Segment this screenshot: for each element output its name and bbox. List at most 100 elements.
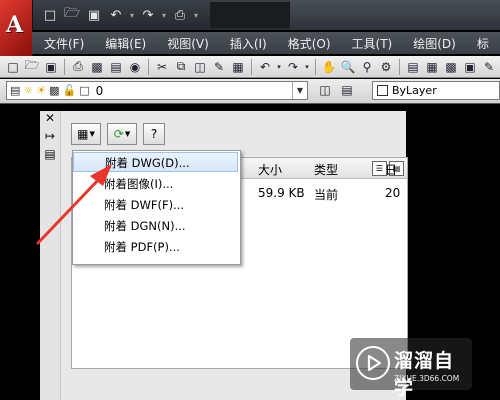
design-center-icon[interactable]: ▦ xyxy=(423,58,441,76)
chevron-down-icon: ▼ xyxy=(89,130,95,138)
refresh-icon: ⟳ xyxy=(113,127,124,141)
layer-previous-icon[interactable]: ▤ xyxy=(338,81,356,99)
row-date-cell[interactable]: 20 xyxy=(385,186,400,200)
match-properties-icon[interactable]: ✎ xyxy=(210,58,228,76)
zoom-window-icon[interactable]: ⚲ xyxy=(358,58,376,76)
watermark-url: ZIXUE.3D66.COM xyxy=(394,374,460,383)
toolbar-divider xyxy=(251,58,252,75)
layer-dropdown[interactable]: ▤ ☼ ☀ ▩ 🔓 □ 0 ▼ xyxy=(6,81,308,100)
palette-title-strip: ✕ ↦ ▤ xyxy=(40,111,61,400)
open-icon[interactable]: 🗁 xyxy=(23,58,41,76)
layer-on-lightbulb-icon[interactable]: ☼ xyxy=(23,84,33,97)
layer-color-swatch-icon[interactable]: □ xyxy=(79,84,89,97)
menu-item-attach-dwg[interactable]: 附着 DWG(D)... xyxy=(73,152,238,172)
application-menu-button[interactable]: A xyxy=(0,0,33,56)
pan-icon[interactable]: ✋ xyxy=(320,58,338,76)
qat-dropdown-icon[interactable]: ▾ xyxy=(192,5,200,25)
toolbar-divider xyxy=(399,58,400,75)
plot-icon[interactable]: ⎙ xyxy=(69,58,87,76)
menu-item-attach-dwf[interactable]: 附着 DWF(F)... xyxy=(73,195,238,215)
viewport-freeze-icon[interactable]: ▩ xyxy=(49,84,59,97)
layer-tools: ◫ ▤ xyxy=(316,81,356,99)
title-bar-gap xyxy=(210,2,290,28)
redo-icon[interactable]: ↷ xyxy=(284,58,302,76)
layers-toolbar: ▤ ☼ ☀ ▩ 🔓 □ 0 ▼ ◫ ▤ ByLayer xyxy=(0,79,500,104)
watermark: 溜溜自学 ZIXUE.3D66.COM xyxy=(350,338,472,399)
qnew-icon[interactable]: □ xyxy=(4,58,22,76)
layer-properties-icon: ▤ xyxy=(10,84,21,97)
autocad-logo-icon: A xyxy=(6,12,24,38)
attach-dwg-icon: ▦ xyxy=(77,127,89,141)
column-type[interactable]: 类型 xyxy=(314,161,338,178)
menu-bar: 文件(F) 编辑(E) 视图(V) 插入(I) 格式(O) 工具(T) 绘图(D… xyxy=(32,32,500,54)
plot-preview-icon[interactable]: ▩ xyxy=(88,58,106,76)
save-icon[interactable]: ▣ xyxy=(42,58,60,76)
menu-draw[interactable]: 绘图(D) xyxy=(401,35,465,52)
zoom-realtime-icon[interactable]: 🔍 xyxy=(339,58,357,76)
undo-icon[interactable]: ↶ xyxy=(106,5,126,25)
redo-dropdown-icon[interactable]: ▾ xyxy=(160,5,168,25)
undo-dropdown-icon[interactable]: ▾ xyxy=(128,5,136,25)
title-bar-right xyxy=(290,0,500,30)
markup-icon[interactable]: ✎ xyxy=(480,58,498,76)
menu-dimension[interactable]: 标 xyxy=(465,35,498,52)
help-icon: ? xyxy=(150,127,158,141)
watermark-name: 溜溜自学 xyxy=(394,350,455,399)
palette-toolbar: ▦ ▼ ⟳ ▼ ? xyxy=(71,123,165,145)
menu-insert[interactable]: 插入(I) xyxy=(218,35,276,52)
help-button[interactable]: ? xyxy=(143,123,165,145)
open-folder-icon[interactable]: 🗁 xyxy=(62,5,82,25)
row-type-cell[interactable]: 当前 xyxy=(314,186,338,203)
play-icon xyxy=(367,354,382,372)
publish-icon[interactable]: ▤ xyxy=(107,58,125,76)
cut-icon[interactable]: ✂ xyxy=(153,58,171,76)
color-swatch-icon xyxy=(377,85,388,96)
column-date[interactable]: 日 xyxy=(385,161,397,178)
watermark-logo-icon xyxy=(356,346,390,380)
refresh-button[interactable]: ⟳ ▼ xyxy=(107,123,137,145)
layer-dropdown-arrow-icon[interactable]: ▼ xyxy=(292,82,307,99)
toolbar-divider xyxy=(148,58,149,75)
linetype-dropdown[interactable]: ByLayer xyxy=(372,81,500,100)
new-file-icon[interactable]: □ xyxy=(40,5,60,25)
layer-unlock-icon[interactable]: 🔓 xyxy=(63,84,77,97)
attach-dropdown-menu: 附着 DWG(D)... 附着图像(I)... 附着 DWF(F)... 附着 … xyxy=(72,150,241,265)
menu-item-attach-dgn[interactable]: 附着 DGN(N)... xyxy=(73,216,238,236)
chevron-down-icon: ▼ xyxy=(124,130,131,138)
current-layer-value: 0 xyxy=(95,83,104,98)
toolbar-divider xyxy=(315,58,316,75)
undo-dropdown-icon[interactable]: ▾ xyxy=(275,58,283,76)
save-icon[interactable]: ▣ xyxy=(84,5,104,25)
standard-toolbar: □ 🗁 ▣ ⎙ ▩ ▤ ◉ ✂ ⧉ ◫ ✎ ▦ ↶ ▾ ↷ ▾ ✋ 🔍 ⚲ ⚙ … xyxy=(0,56,500,78)
properties-icon[interactable]: ▤ xyxy=(404,58,422,76)
menu-format[interactable]: 格式(O) xyxy=(276,35,340,52)
make-object-layer-current-icon[interactable]: ◫ xyxy=(316,81,334,99)
menu-item-attach-pdf[interactable]: 附着 PDF(P)... xyxy=(73,237,238,257)
menu-view[interactable]: 视图(V) xyxy=(155,35,218,52)
redo-icon[interactable]: ↷ xyxy=(138,5,158,25)
menu-edit[interactable]: 编辑(E) xyxy=(93,35,155,52)
attach-dwg-button[interactable]: ▦ ▼ xyxy=(71,123,101,145)
quick-access-toolbar: □ 🗁 ▣ ↶ ▾ ↷ ▾ ⎙ ▾ xyxy=(40,4,200,26)
tool-palettes-icon[interactable]: ▩ xyxy=(442,58,460,76)
plot-icon[interactable]: ⎙ xyxy=(170,5,190,25)
menu-tools[interactable]: 工具(T) xyxy=(340,35,402,52)
menu-item-attach-image[interactable]: 附着图像(I)... xyxy=(73,174,238,194)
toolbar-divider xyxy=(64,58,65,75)
sheet-set-icon[interactable]: ▣ xyxy=(461,58,479,76)
menu-file[interactable]: 文件(F) xyxy=(32,35,93,52)
row-size-cell[interactable]: 59.9 KB xyxy=(258,186,305,200)
layer-thaw-sun-icon[interactable]: ☀ xyxy=(36,84,46,97)
block-editor-icon[interactable]: ▦ xyxy=(229,58,247,76)
palette-properties-icon[interactable]: ▤ xyxy=(40,147,60,161)
close-icon[interactable]: ✕ xyxy=(40,111,60,125)
column-size[interactable]: 大小 xyxy=(258,161,282,178)
auto-hide-icon[interactable]: ↦ xyxy=(40,129,60,143)
undo-icon[interactable]: ↶ xyxy=(256,58,274,76)
redo-dropdown-icon[interactable]: ▾ xyxy=(303,58,311,76)
linetype-value: ByLayer xyxy=(392,84,437,97)
3d-dwf-icon[interactable]: ◉ xyxy=(126,58,144,76)
copy-icon[interactable]: ⧉ xyxy=(172,58,190,76)
zoom-previous-icon[interactable]: ⚙ xyxy=(377,58,395,76)
paste-icon[interactable]: ◫ xyxy=(191,58,209,76)
